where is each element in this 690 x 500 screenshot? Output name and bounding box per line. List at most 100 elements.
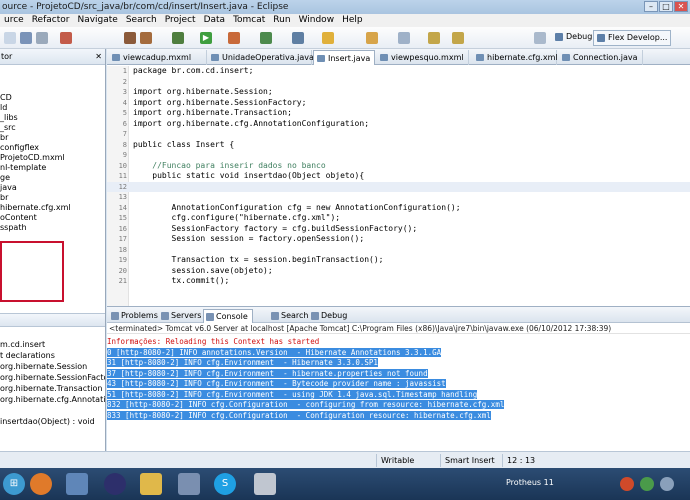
console-line: 832 [http-8080-2] INFO cfg.Configuration… [107,400,505,409]
back-icon[interactable] [428,32,440,44]
external-tools-icon[interactable] [228,32,240,44]
menu-tomcat[interactable]: Tomcat [229,14,269,27]
firefox-icon[interactable] [30,473,52,495]
menu-project[interactable]: Project [161,14,200,27]
tree-item[interactable]: sspath [0,223,105,233]
console-output[interactable]: Informações: Reloading this Context has … [107,334,690,421]
tree-item[interactable]: _libs [0,113,105,123]
tomcat-stop-icon[interactable] [124,32,136,44]
folder-icon[interactable] [140,473,162,495]
tab-servers[interactable]: Servers [159,309,201,323]
perspective-debug[interactable]: Debug [552,30,595,46]
tomcat-start-icon[interactable] [140,32,152,44]
outline-item[interactable]: org.hibernate.SessionFactory [0,372,105,383]
users-icon[interactable] [66,473,88,495]
console-process-info: <terminated> Tomcat v6.0 Server at local… [107,323,690,334]
menu-refactor[interactable]: Refactor [28,14,74,27]
tab-unidadeoperativa[interactable]: UnidadeOperativa.java [208,50,314,65]
print-icon[interactable] [36,32,48,44]
tree-item[interactable]: br [0,193,105,203]
tab-console[interactable]: Console [203,309,253,323]
window-title: ource - ProjetoCD/src_java/br/com/cd/ins… [2,2,289,12]
explorer-icon[interactable] [178,473,200,495]
perspective-flex-development[interactable]: Flex Develop... [593,30,672,46]
skype-icon[interactable]: S [214,473,236,495]
tab-debug[interactable]: Debug [309,309,347,323]
new-icon[interactable] [4,32,16,44]
outline-item[interactable]: org.hibernate.Session [0,361,105,372]
menu-window[interactable]: Window [295,14,339,27]
tree-item[interactable]: CD [0,93,105,103]
tree-item[interactable]: ld [0,103,105,113]
tree-item[interactable]: br [0,133,105,143]
tab-viewpesquo[interactable]: viewpesquo.mxml [377,50,469,65]
tab-hibernate-cfg[interactable]: hibernate.cfg.xml [473,50,558,65]
line-number: 4 [122,98,127,107]
windows-taskbar: ⊞ S Protheus 11 [0,468,690,500]
line-number: 2 [122,77,127,86]
code-area[interactable]: 1 package br.com.cd.insert; 2 3 import org… [107,66,690,287]
line-number: 18 [118,245,127,254]
start-button[interactable]: ⊞ [3,473,25,495]
outline-item[interactable] [0,405,105,416]
outline-item[interactable]: m.cd.insert [0,339,105,350]
menu-navigate[interactable]: Navigate [73,14,121,27]
console-panel: Problems Servers Console Search Debug <t… [107,306,690,451]
tab-search[interactable]: Search [269,309,308,323]
tree-item[interactable]: oContent [0,213,105,223]
tree-item[interactable]: _src [0,123,105,133]
code-line: tx.commit(); [133,276,230,285]
new-class-icon[interactable] [260,32,272,44]
code-line: cfg.configure("hibernate.cfg.xml"); [133,213,341,222]
forward-icon[interactable] [452,32,464,44]
menu-search[interactable]: Search [122,14,161,27]
navigator-header: tor ✕ [0,49,105,65]
close-button[interactable]: ✕ [674,1,688,12]
menu-help[interactable]: Help [338,14,367,27]
search-icon[interactable] [322,32,334,44]
outline-item[interactable]: org.hibernate.Transaction [0,383,105,394]
menu-run[interactable]: Run [269,14,294,27]
code-line: public class Insert { [133,139,235,149]
open-perspective-icon[interactable] [534,32,546,44]
outline-item[interactable]: org.hibernate.cfg.AnnotationConfi [0,394,105,405]
line-number: 21 [118,277,127,285]
window-controls: – □ ✕ [644,1,688,12]
tray-icon[interactable] [640,477,654,491]
outline-tree: m.cd.insert t declarations org.hibernate… [0,339,105,427]
pencil-icon[interactable] [366,32,378,44]
tab-problems[interactable]: Problems [109,309,158,323]
code-line: package br.com.cd.insert; [133,66,254,75]
console-line: 833 [http-8080-2] INFO cfg.Configuration… [107,410,491,420]
tree-item[interactable]: java [0,183,105,193]
line-number: 20 [118,266,127,275]
taskbar-program-label[interactable]: Protheus 11 [506,478,554,487]
menu-source[interactable]: urce [0,14,28,27]
run-icon[interactable]: ▶ [200,32,212,44]
eclipse-icon[interactable] [104,473,126,495]
server-icon[interactable] [60,32,72,44]
outline-item[interactable]: t declarations [0,350,105,361]
minimize-button[interactable]: – [644,1,658,12]
tab-viewcadup[interactable]: viewcadup.mxml [109,50,207,65]
tree-item[interactable]: ge [0,173,105,183]
tree-item[interactable]: ProjetoCD.mxml [0,153,105,163]
line-number: 7 [122,130,127,138]
tree-item[interactable]: hibernate.cfg.xml [0,203,105,213]
close-icon[interactable]: ✕ [95,49,102,65]
save-icon[interactable] [20,32,32,44]
tab-insert-java[interactable]: Insert.java [313,50,375,65]
debug-icon[interactable] [172,32,184,44]
tree-item[interactable]: nl-template [0,163,105,173]
open-type-icon[interactable] [292,32,304,44]
volume-icon[interactable] [660,477,674,491]
tab-connection-java[interactable]: Connection.java [559,50,643,65]
next-annotation-icon[interactable] [398,32,410,44]
outline-header [0,313,105,327]
maximize-button[interactable]: □ [659,1,673,12]
flag-icon[interactable] [620,477,634,491]
menu-data[interactable]: Data [200,14,230,27]
app-icon[interactable] [254,473,276,495]
outline-item[interactable]: insertdao(Object) : void [0,416,105,427]
tree-item[interactable]: configflex [0,143,105,153]
